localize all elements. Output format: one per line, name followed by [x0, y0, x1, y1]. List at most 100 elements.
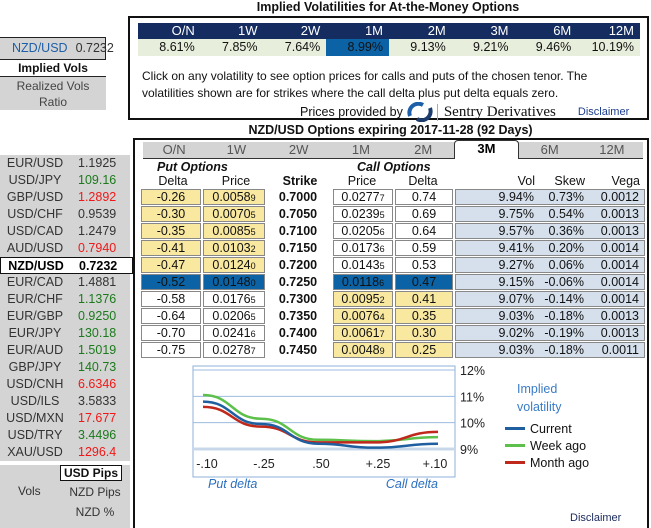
- currency-pair-row[interactable]: USD/CHF 0.9539: [0, 206, 130, 223]
- call-price[interactable]: 0.02777: [333, 189, 393, 205]
- put-delta[interactable]: -0.41: [141, 240, 201, 256]
- put-delta[interactable]: -0.35: [141, 223, 201, 239]
- currency-pair-row[interactable]: NZD/USD 0.7232: [0, 257, 133, 274]
- price-subpip: 2: [379, 295, 385, 305]
- disclaimer-link[interactable]: Disclaimer: [578, 106, 629, 118]
- call-price[interactable]: 0.01186: [333, 274, 393, 290]
- tab-1m[interactable]: 1M: [330, 142, 392, 158]
- put-price[interactable]: 0.02787: [203, 342, 265, 358]
- pair-name: GBP/JPY: [8, 360, 62, 374]
- tab-6m[interactable]: 6M: [519, 142, 581, 158]
- price-main: 0.0048: [341, 343, 380, 357]
- put-price[interactable]: 0.01240: [203, 257, 265, 273]
- call-price[interactable]: 0.00489: [333, 342, 393, 358]
- put-price[interactable]: 0.02416: [203, 325, 265, 341]
- call-delta[interactable]: 0.59: [395, 240, 453, 256]
- put-delta[interactable]: -0.58: [141, 291, 201, 307]
- atm-vol-12m[interactable]: 10.19%: [577, 39, 640, 56]
- call-delta[interactable]: 0.53: [395, 257, 453, 273]
- put-price[interactable]: 0.00589: [203, 189, 265, 205]
- atm-note: Click on any volatility to see option pr…: [142, 69, 588, 100]
- call-price[interactable]: 0.02395: [333, 206, 393, 222]
- currency-pair-row[interactable]: USD/CAD 1.2479: [0, 223, 130, 240]
- put-price[interactable]: 0.02065: [203, 308, 265, 324]
- pair-name: EUR/GBP: [6, 309, 64, 323]
- call-delta[interactable]: 0.30: [395, 325, 453, 341]
- call-delta[interactable]: 0.47: [395, 274, 453, 290]
- currency-pair-row[interactable]: USD/JPY 109.16: [0, 172, 130, 189]
- tab-3m[interactable]: 3M: [454, 140, 519, 159]
- put-delta[interactable]: -0.64: [141, 308, 201, 324]
- price-main: 0.0173: [341, 241, 380, 255]
- atm-vol-2m[interactable]: 9.13%: [389, 39, 452, 56]
- atm-vol-on[interactable]: 8.61%: [138, 39, 201, 56]
- currency-pair-row[interactable]: USD/MXN 17.677: [0, 410, 130, 427]
- currency-pair-row[interactable]: GBP/USD 1.2892: [0, 189, 130, 206]
- strike-price: 0.7400: [278, 326, 318, 340]
- currency-pair-row[interactable]: EUR/GBP 0.9250: [0, 308, 130, 325]
- put-price[interactable]: 0.01480: [203, 274, 265, 290]
- ratio-button[interactable]: Ratio: [0, 94, 106, 110]
- currency-pair-row[interactable]: USD/TRY 3.4496: [0, 427, 130, 444]
- put-delta[interactable]: -0.70: [141, 325, 201, 341]
- call-delta[interactable]: 0.41: [395, 291, 453, 307]
- atm-vol-2w[interactable]: 7.64%: [264, 39, 327, 56]
- currency-pair-row[interactable]: USD/CNH 6.6346: [0, 376, 130, 393]
- call-delta[interactable]: 0.25: [395, 342, 453, 358]
- pair-name: USD/ILS: [10, 394, 60, 408]
- skew: 0.54%: [548, 207, 584, 221]
- call-price[interactable]: 0.00952: [333, 291, 393, 307]
- call-price[interactable]: 0.00617: [333, 325, 393, 341]
- col-strike: Strike: [282, 174, 318, 188]
- implied-vols-button[interactable]: Implied Vols: [0, 60, 106, 76]
- nzd-pips-button[interactable]: NZD Pips: [60, 485, 130, 499]
- usd-pips-button[interactable]: USD Pips: [60, 465, 122, 481]
- vega: 0.0012: [600, 190, 639, 204]
- call-price[interactable]: 0.00764: [333, 308, 393, 324]
- tab-12m[interactable]: 12M: [581, 142, 643, 158]
- put-delta[interactable]: -0.47: [141, 257, 201, 273]
- call-delta[interactable]: 0.64: [395, 223, 453, 239]
- pair-name: USD/MXN: [6, 411, 64, 425]
- atm-vol-6m[interactable]: 9.46%: [515, 39, 578, 56]
- call-delta[interactable]: 0.69: [395, 206, 453, 222]
- atm-vol-3m[interactable]: 9.21%: [452, 39, 515, 56]
- tab-1w[interactable]: 1W: [205, 142, 267, 158]
- x-tick-label: .50: [312, 457, 329, 471]
- currency-pair-row[interactable]: EUR/JPY 130.18: [0, 325, 130, 342]
- call-delta[interactable]: 0.74: [395, 189, 453, 205]
- tab-on[interactable]: O/N: [143, 142, 205, 158]
- call-price[interactable]: 0.01736: [333, 240, 393, 256]
- put-price[interactable]: 0.01765: [203, 291, 265, 307]
- put-price[interactable]: 0.01032: [203, 240, 265, 256]
- y-tick-label: 12%: [460, 364, 485, 378]
- put-price[interactable]: 0.00855: [203, 223, 265, 239]
- atm-vol-1w[interactable]: 7.85%: [201, 39, 264, 56]
- currency-pair-row[interactable]: USD/ILS 3.5833: [0, 393, 130, 410]
- call-delta[interactable]: 0.35: [395, 308, 453, 324]
- currency-pair-row[interactable]: GBP/JPY 140.73: [0, 359, 130, 376]
- put-delta-label: Put delta: [208, 477, 257, 491]
- table-row: -0.26 0.00589 0.7000 0.02777 0.74 9.94% 0.73% 0…: [141, 189, 645, 206]
- currency-pair-row[interactable]: EUR/CAD 1.4881: [0, 274, 130, 291]
- put-delta[interactable]: -0.26: [141, 189, 201, 205]
- currency-pair-row[interactable]: XAU/USD 1296.4: [0, 444, 130, 461]
- call-price[interactable]: 0.01435: [333, 257, 393, 273]
- disclaimer-link[interactable]: Disclaimer: [570, 512, 621, 524]
- put-delta[interactable]: -0.75: [141, 342, 201, 358]
- put-delta[interactable]: -0.52: [141, 274, 201, 290]
- skew: -0.18%: [544, 343, 584, 357]
- atm-vol-1m[interactable]: 8.99%: [326, 39, 389, 56]
- currency-pair-row[interactable]: AUD/USD 0.7940: [0, 240, 130, 257]
- tab-2w[interactable]: 2W: [268, 142, 330, 158]
- currency-pair-row[interactable]: EUR/AUD 1.5019: [0, 342, 130, 359]
- currency-pair-row[interactable]: EUR/USD 1.1925: [0, 155, 130, 172]
- nzd-percent-button[interactable]: NZD %: [60, 505, 130, 519]
- call-price[interactable]: 0.02056: [333, 223, 393, 239]
- currency-pair-row[interactable]: EUR/CHF 1.1376: [0, 291, 130, 308]
- tab-2m[interactable]: 2M: [392, 142, 454, 158]
- put-delta[interactable]: -0.30: [141, 206, 201, 222]
- realized-vols-button[interactable]: Realized Vols: [0, 78, 106, 94]
- put-price[interactable]: 0.00705: [203, 206, 265, 222]
- strike-price: 0.7050: [278, 207, 318, 221]
